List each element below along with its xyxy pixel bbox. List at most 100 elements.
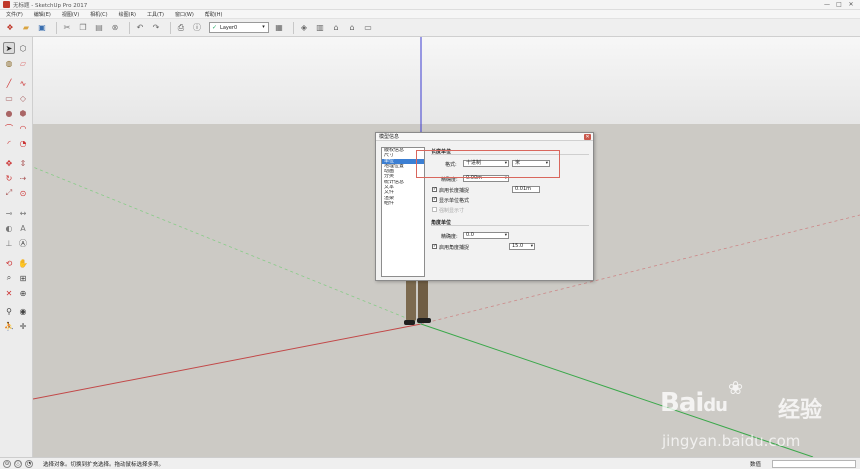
line-tool-icon[interactable]: ╱ (3, 77, 15, 89)
front-view-icon[interactable]: ⌂ (330, 22, 342, 34)
length-snap-checkbox[interactable]: ✓ (432, 187, 437, 192)
geo-location-icon[interactable]: ⊙ (3, 459, 11, 468)
divider (431, 225, 589, 226)
sketchup-app-icon (3, 1, 10, 8)
follow-me-icon[interactable]: ⇢ (17, 172, 29, 184)
top-view-icon[interactable]: ▥ (314, 22, 326, 34)
zoom-tool-icon[interactable]: ⌕ (3, 272, 15, 284)
dialog-close-button[interactable]: ✕ (584, 134, 591, 140)
menu-camera[interactable]: 相机(C) (90, 11, 107, 18)
back-view-icon[interactable]: ▭ (362, 22, 374, 34)
previous-view-icon[interactable]: ⊕ (17, 287, 29, 299)
warehouse-icon[interactable]: ❖ (4, 22, 16, 34)
look-around-icon[interactable]: ◉ (17, 305, 29, 317)
iso-view-icon[interactable]: ◈ (298, 22, 310, 34)
eraser-icon[interactable]: ▱ (17, 57, 29, 69)
paint-bucket-icon[interactable]: ◍ (3, 57, 15, 69)
paste-icon[interactable]: ▤ (93, 22, 105, 34)
rotate-tool-icon[interactable]: ↻ (3, 172, 15, 184)
section-plane-icon[interactable]: ✛ (17, 320, 29, 332)
angle-snap-label: 启用角度捕捉 (439, 245, 470, 251)
axes-tool-icon[interactable]: ⊥ (3, 237, 15, 249)
measurements-label: 数值 (750, 462, 762, 468)
force-display-checkbox[interactable] (432, 207, 437, 212)
minimize-button[interactable]: — (822, 1, 832, 9)
tape-measure-icon[interactable]: ⊸ (3, 207, 15, 219)
text-tool-icon[interactable]: A (17, 222, 29, 234)
dialog-titlebar: 模型信息 ✕ (376, 133, 593, 141)
paw-icon: ❀ (728, 378, 744, 399)
orbit-tool-icon[interactable]: ⟲ (3, 257, 15, 269)
move-tool-icon[interactable]: ✥ (3, 157, 15, 169)
angle-snap-checkbox[interactable]: ✓ (432, 244, 437, 249)
menu-view[interactable]: 视图(V) (62, 11, 79, 18)
show-unit-format-checkbox[interactable]: ✓ (432, 197, 437, 202)
maximize-button[interactable]: □ (834, 1, 844, 9)
cut-icon[interactable]: ✂ (61, 22, 73, 34)
close-window-button[interactable]: ✕ (846, 1, 856, 9)
zoom-extents-icon[interactable]: ✕ (3, 287, 15, 299)
scale-tool-icon[interactable]: ⤢ (3, 187, 15, 199)
angle-precision-label: 精确度: (441, 234, 458, 240)
right-view-icon[interactable]: ⌂ (346, 22, 358, 34)
watermark-suffix: 经验 (778, 398, 823, 423)
menu-window[interactable]: 窗口(W) (175, 11, 194, 18)
pan-tool-icon[interactable]: ✋ (17, 257, 29, 269)
protractor-icon[interactable]: ◐ (3, 222, 15, 234)
menu-file[interactable]: 文件(F) (6, 11, 23, 18)
category-components[interactable]: 组件 (382, 201, 424, 206)
erase-icon[interactable]: ⊗ (109, 22, 121, 34)
left-toolbar: ➤ ⬡ ◍ ▱ ╱ ∿ ▭ ◇ ● ⬢ ⌒ ◠ ◜ ◔ ✥ ⇕ ↻ ⇢ ⤢ ⊙ … (0, 37, 33, 457)
chevron-down-icon: ▾ (530, 244, 533, 249)
chevron-down-icon: ▾ (504, 233, 507, 238)
position-camera-icon[interactable]: ⚲ (3, 305, 15, 317)
three-point-arc-icon[interactable]: ◜ (3, 137, 15, 149)
menu-bar: 文件(F) 编辑(E) 视图(V) 相机(C) 绘图(R) 工具(T) 窗口(W… (0, 10, 860, 19)
print-icon[interactable]: ⎙ (175, 22, 187, 34)
menu-edit[interactable]: 编辑(E) (34, 11, 51, 18)
save-icon[interactable]: ▣ (36, 22, 48, 34)
rotated-rectangle-icon[interactable]: ◇ (17, 92, 29, 104)
user-icon[interactable]: ◔ (25, 459, 33, 468)
layers-icon[interactable]: ▦ (273, 22, 285, 34)
show-unit-format-label: 显示单位格式 (439, 198, 470, 204)
copy-icon[interactable]: ❐ (77, 22, 89, 34)
offset-tool-icon[interactable]: ⊙ (17, 187, 29, 199)
person-figure (403, 277, 433, 329)
angle-snap-select[interactable]: 15.0 ▾ (509, 243, 535, 250)
angle-precision-select[interactable]: 0.0 ▾ (463, 232, 509, 239)
measurements-input[interactable] (772, 460, 856, 468)
window-title: 无标题 - SketchUp Pro 2017 (13, 2, 88, 9)
credits-icon[interactable]: ⓘ (14, 459, 22, 468)
undo-icon[interactable]: ↶ (134, 22, 146, 34)
select-tool-icon[interactable]: ➤ (3, 42, 15, 54)
layer-select[interactable]: ✓ Layer0 ▾ (209, 22, 269, 33)
pie-tool-icon[interactable]: ◔ (17, 137, 29, 149)
menu-tools[interactable]: 工具(T) (147, 11, 164, 18)
red-axis (33, 323, 422, 400)
menu-draw[interactable]: 绘图(R) (119, 11, 136, 18)
rectangle-tool-icon[interactable]: ▭ (3, 92, 15, 104)
model-info-icon[interactable]: ⓘ (191, 22, 203, 34)
angle-precision-value: 0.0 (466, 232, 474, 238)
menu-help[interactable]: 帮助(H) (205, 11, 223, 18)
circle-tool-icon[interactable]: ● (3, 107, 15, 119)
zoom-window-icon[interactable]: ⊞ (17, 272, 29, 284)
two-point-arc-icon[interactable]: ◠ (17, 122, 29, 134)
arc-tool-icon[interactable]: ⌒ (3, 122, 15, 134)
freehand-tool-icon[interactable]: ∿ (17, 77, 29, 89)
redo-icon[interactable]: ↷ (150, 22, 162, 34)
open-folder-icon[interactable]: ▰ (20, 22, 32, 34)
polygon-tool-icon[interactable]: ⬢ (17, 107, 29, 119)
push-pull-icon[interactable]: ⇕ (17, 157, 29, 169)
dimension-tool-icon[interactable]: ↔ (17, 207, 29, 219)
watermark-url: jingyan.baidu.com (662, 432, 801, 450)
length-snap-label: 启用长度捕捉 (439, 188, 470, 194)
angle-snap-value: 15.0 (512, 243, 524, 249)
length-snap-input[interactable]: 0.01m (512, 186, 540, 193)
component-tool-icon[interactable]: ⬡ (17, 42, 29, 54)
walk-tool-icon[interactable]: ⛹ (3, 320, 15, 332)
3d-text-icon[interactable]: Ⓐ (17, 237, 29, 249)
status-bar: ⊙ ⓘ ◔ 选择对象。切换到扩充选择。拖动鼠标选择多项。 数值 (0, 457, 860, 469)
window-titlebar: 无标题 - SketchUp Pro 2017 — □ ✕ (0, 0, 860, 10)
